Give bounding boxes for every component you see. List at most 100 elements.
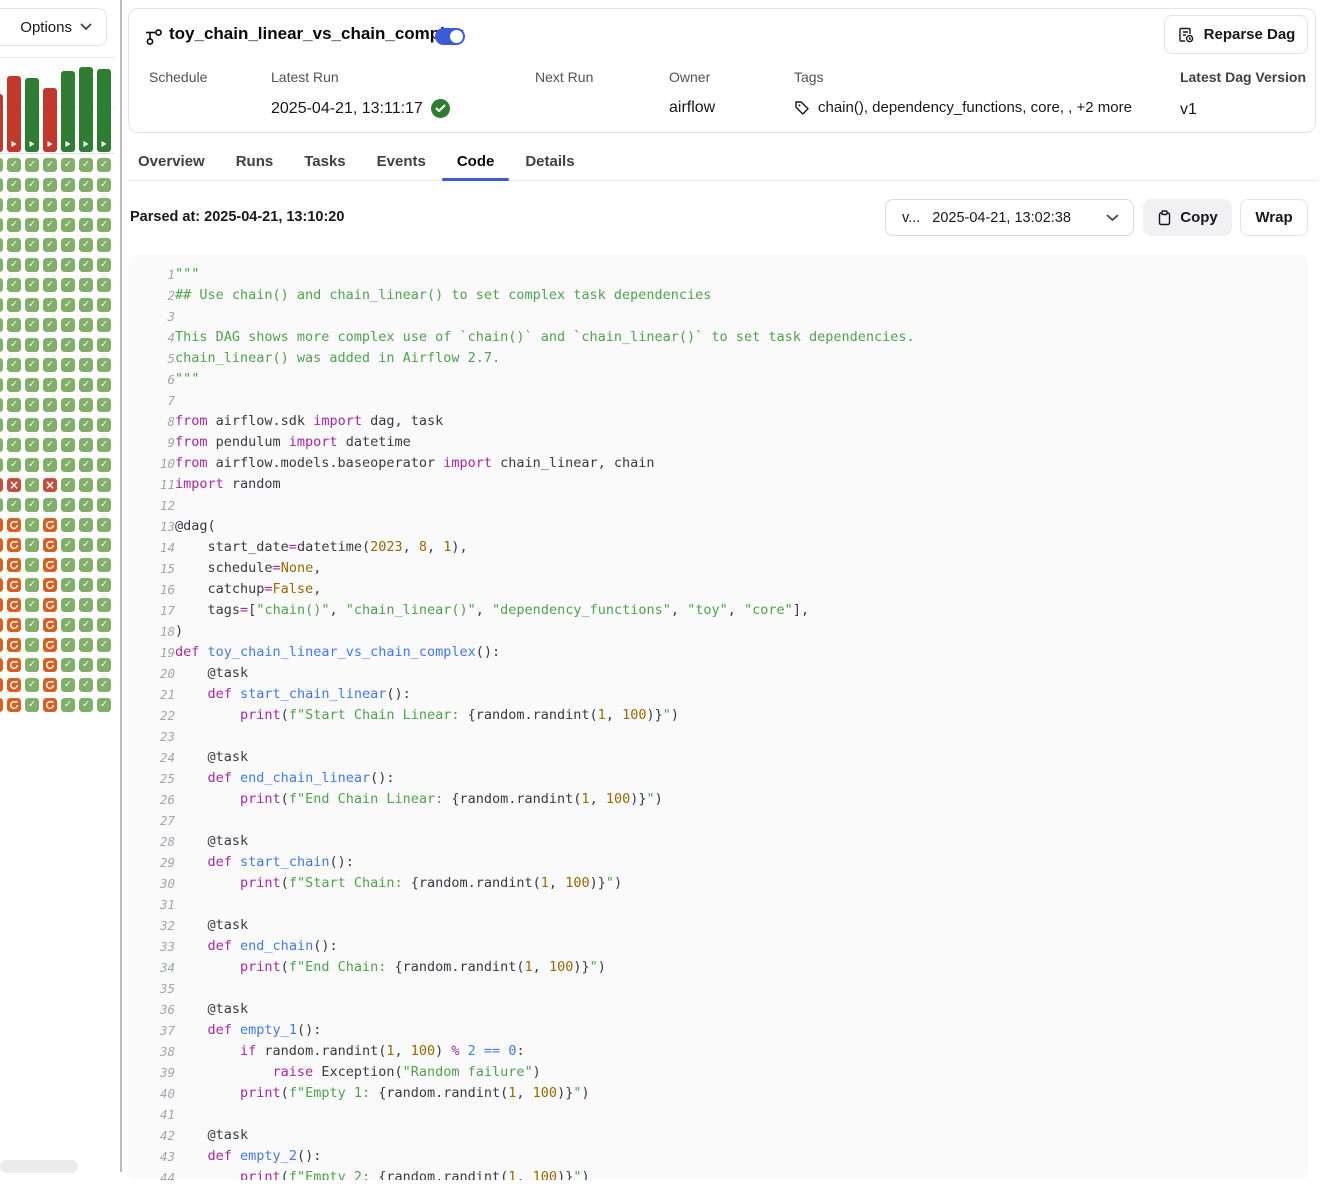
task-instance-cell[interactable]: ✓ <box>79 458 93 472</box>
tab-runs[interactable]: Runs <box>236 146 274 180</box>
task-instance-cell[interactable]: ✓ <box>61 618 75 632</box>
task-instance-cell[interactable]: ✓ <box>25 498 39 512</box>
task-instance-cell[interactable]: ✓ <box>79 638 93 652</box>
task-instance-cell[interactable]: ✓ <box>97 418 111 432</box>
task-instance-cell[interactable]: ✓ <box>97 518 111 532</box>
task-instance-cell[interactable]: ✓ <box>7 318 21 332</box>
task-instance-cell[interactable] <box>43 638 57 652</box>
task-instance-cell[interactable]: ✓ <box>43 358 57 372</box>
task-instance-cell[interactable] <box>0 638 3 652</box>
task-instance-cell[interactable] <box>0 618 3 632</box>
reparse-dag-button[interactable]: Reparse Dag <box>1164 15 1308 54</box>
task-instance-cell[interactable]: ✓ <box>25 238 39 252</box>
task-instance-cell[interactable]: ✓ <box>0 238 3 252</box>
task-instance-cell[interactable]: ✓ <box>79 358 93 372</box>
task-instance-cell[interactable]: ✓ <box>61 518 75 532</box>
task-instance-cell[interactable]: ✓ <box>25 638 39 652</box>
task-instance-cell[interactable]: ✓ <box>25 398 39 412</box>
task-instance-cell[interactable]: ✓ <box>7 198 21 212</box>
task-instance-cell[interactable]: ✓ <box>0 498 3 512</box>
task-instance-cell[interactable]: ✓ <box>25 158 39 172</box>
task-instance-cell[interactable] <box>7 518 21 532</box>
task-instance-cell[interactable] <box>0 698 3 712</box>
dag-enabled-toggle[interactable] <box>435 28 465 45</box>
task-instance-cell[interactable] <box>43 538 57 552</box>
task-instance-cell[interactable]: ✓ <box>7 178 21 192</box>
task-instance-cell[interactable]: ✓ <box>25 658 39 672</box>
task-instance-cell[interactable] <box>0 678 3 692</box>
task-instance-cell[interactable]: ✓ <box>97 398 111 412</box>
task-instance-cell[interactable]: ✓ <box>43 458 57 472</box>
task-instance-cell[interactable]: ✓ <box>25 598 39 612</box>
task-instance-cell[interactable]: ✓ <box>97 218 111 232</box>
task-instance-cell[interactable]: ✓ <box>61 558 75 572</box>
task-instance-cell[interactable] <box>43 598 57 612</box>
task-instance-cell[interactable]: ✓ <box>43 378 57 392</box>
tab-events[interactable]: Events <box>377 146 426 180</box>
task-instance-cell[interactable]: ✓ <box>97 238 111 252</box>
task-instance-cell[interactable]: ✓ <box>61 338 75 352</box>
task-instance-cell[interactable]: ✓ <box>61 438 75 452</box>
task-instance-cell[interactable]: ✓ <box>25 338 39 352</box>
task-instance-cell[interactable]: ✓ <box>25 618 39 632</box>
task-instance-cell[interactable]: ✓ <box>97 638 111 652</box>
task-instance-cell[interactable]: ✓ <box>97 438 111 452</box>
task-instance-cell[interactable]: ✓ <box>79 398 93 412</box>
task-instance-cell[interactable]: ✓ <box>0 438 3 452</box>
task-instance-cell[interactable] <box>7 558 21 572</box>
task-instance-cell[interactable]: ✓ <box>97 678 111 692</box>
task-instance-cell[interactable]: ✓ <box>97 158 111 172</box>
task-instance-cell[interactable]: ✓ <box>97 278 111 292</box>
task-instance-cell[interactable]: ✓ <box>43 418 57 432</box>
task-instance-cell[interactable] <box>43 558 57 572</box>
task-instance-cell[interactable] <box>7 538 21 552</box>
task-instance-cell[interactable]: ✓ <box>25 298 39 312</box>
task-instance-cell[interactable]: ✓ <box>0 218 3 232</box>
task-instance-cell[interactable]: ✓ <box>79 518 93 532</box>
task-instance-cell[interactable]: ✓ <box>97 558 111 572</box>
task-instance-cell[interactable]: ✓ <box>61 158 75 172</box>
task-instance-cell[interactable]: ✓ <box>61 698 75 712</box>
task-instance-cell[interactable] <box>0 518 3 532</box>
task-instance-cell[interactable]: ✓ <box>97 338 111 352</box>
task-instance-cell[interactable]: ✓ <box>25 478 39 492</box>
task-instance-cell[interactable]: ✓ <box>97 598 111 612</box>
task-instance-cell[interactable]: ✓ <box>7 258 21 272</box>
task-instance-cell[interactable]: ✓ <box>61 378 75 392</box>
task-instance-cell[interactable]: ✓ <box>61 298 75 312</box>
task-instance-cell[interactable]: ✓ <box>0 418 3 432</box>
task-instance-cell[interactable]: ✓ <box>97 578 111 592</box>
tab-details[interactable]: Details <box>525 146 574 180</box>
task-instance-cell[interactable]: ✓ <box>79 618 93 632</box>
task-instance-cell[interactable] <box>43 698 57 712</box>
task-instance-cell[interactable]: ✓ <box>25 178 39 192</box>
task-instance-cell[interactable]: ✓ <box>79 698 93 712</box>
task-instance-cell[interactable]: ✓ <box>7 278 21 292</box>
task-instance-cell[interactable]: ✓ <box>79 498 93 512</box>
dag-run-bar[interactable] <box>97 69 111 152</box>
task-instance-cell[interactable]: ✓ <box>97 378 111 392</box>
task-instance-cell[interactable]: ✓ <box>43 318 57 332</box>
panel-divider[interactable] <box>120 0 122 1172</box>
task-instance-cell[interactable]: ✓ <box>97 698 111 712</box>
task-instance-cell[interactable] <box>7 698 21 712</box>
task-instance-cell[interactable]: ✓ <box>97 298 111 312</box>
task-instance-cell[interactable]: ✓ <box>0 398 3 412</box>
task-instance-cell[interactable]: ✓ <box>79 678 93 692</box>
task-instance-cell[interactable] <box>0 578 3 592</box>
task-instance-cell[interactable]: ✓ <box>79 658 93 672</box>
task-instance-cell[interactable]: ✓ <box>7 298 21 312</box>
task-instance-cell[interactable]: ✓ <box>0 338 3 352</box>
task-instance-cell[interactable]: ✓ <box>25 558 39 572</box>
task-instance-cell[interactable]: ✓ <box>25 378 39 392</box>
latest-run-value[interactable]: 2025-04-21, 13:11:17 <box>271 100 423 118</box>
task-instance-cell[interactable]: ✓ <box>7 338 21 352</box>
tab-tasks[interactable]: Tasks <box>304 146 345 180</box>
copy-button[interactable]: Copy <box>1143 199 1232 236</box>
task-instance-cell[interactable]: ✓ <box>25 438 39 452</box>
dag-run-bar[interactable] <box>25 78 39 152</box>
task-instance-cell[interactable]: ✓ <box>61 178 75 192</box>
task-instance-cell[interactable] <box>43 678 57 692</box>
task-instance-cell[interactable]: ✓ <box>0 258 3 272</box>
task-instance-cell[interactable]: × <box>43 478 57 492</box>
